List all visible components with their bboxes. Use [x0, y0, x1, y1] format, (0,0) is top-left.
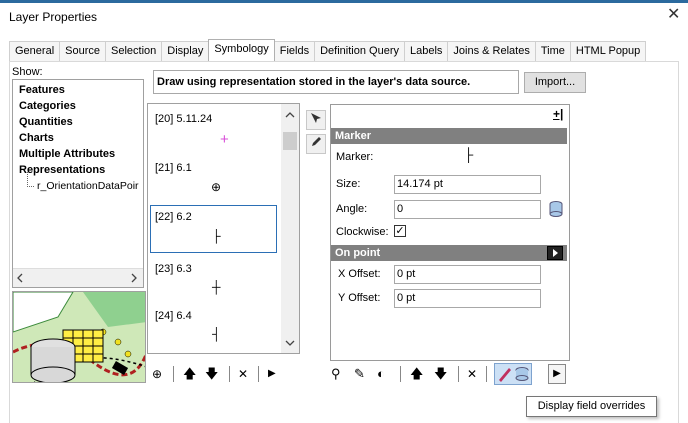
toolbar-separator: [173, 366, 174, 382]
move-up-icon[interactable]: 🡅: [183, 366, 196, 382]
toolbar-separator: [486, 366, 487, 382]
yoffset-label: Y Offset:: [338, 292, 381, 304]
tree-item-charts[interactable]: Charts: [19, 132, 54, 144]
field-overrides-icon: [499, 367, 529, 382]
tab-symbology[interactable]: Symbology: [208, 39, 275, 61]
play-icon[interactable]: ▶: [548, 364, 566, 384]
map-preview-icon: [13, 292, 145, 382]
tree-item-features[interactable]: Features: [19, 84, 65, 96]
scrollbar-arrows-icon: [17, 273, 137, 283]
add-representation-icon[interactable]: ⊕: [152, 366, 162, 382]
tree-item-categories[interactable]: Categories: [19, 100, 76, 112]
add-stroke-layer-icon[interactable]: ✎: [354, 366, 365, 382]
rep-item-label[interactable]: [21] 6.1: [155, 162, 192, 174]
list-vertical-scrollbar[interactable]: [281, 104, 299, 353]
add-marker-layer-icon[interactable]: ⚲: [331, 366, 341, 382]
add-property-icon[interactable]: +|: [553, 107, 563, 121]
toolbar-separator: [458, 366, 459, 382]
pen-tool-icon[interactable]: [306, 134, 326, 154]
tree-item-quantities[interactable]: Quantities: [19, 116, 73, 128]
scrollbar-arrows-icon: [283, 112, 297, 346]
tab-joins-relates[interactable]: Joins & Relates: [447, 41, 536, 61]
show-tree[interactable]: Features Categories Quantities Charts Mu…: [12, 79, 144, 288]
size-input[interactable]: 14.174 pt: [394, 175, 541, 194]
angle-label: Angle:: [336, 203, 368, 215]
tab-general[interactable]: General: [9, 41, 61, 61]
move-down-icon[interactable]: 🡇: [205, 366, 218, 382]
marker-group-header: Marker: [331, 128, 567, 144]
yoffset-input[interactable]: 0 pt: [394, 289, 541, 308]
rep-symbol-icon: ├: [212, 229, 221, 243]
rep-symbol-icon: +: [220, 131, 229, 148]
field-override-icon[interactable]: [549, 201, 563, 220]
rep-item-label[interactable]: [20] 5.11.24: [155, 113, 212, 125]
tree-item-multiple-attributes[interactable]: Multiple Attributes: [19, 148, 115, 160]
xoffset-input[interactable]: 0 pt: [394, 265, 541, 284]
rep-symbol-icon: ┼: [212, 280, 221, 294]
toolbar-separator: [258, 366, 259, 382]
titlebar-accent: [0, 0, 688, 3]
add-fill-layer-icon[interactable]: ◐: [377, 366, 385, 382]
clockwise-label: Clockwise:: [336, 226, 389, 238]
tab-definition-query[interactable]: Definition Query: [314, 41, 405, 61]
remove-icon[interactable]: ✕: [238, 366, 248, 382]
show-label: Show:: [12, 66, 43, 78]
onpoint-group-header: On point: [331, 245, 567, 261]
tab-labels[interactable]: Labels: [403, 41, 449, 61]
more-options-icon[interactable]: ▶: [268, 366, 276, 382]
tab-display[interactable]: Display: [161, 41, 210, 61]
representation-list[interactable]: [20] 5.11.24 + [21] 6.1 ⊕ [22] 6.2 ├ [23…: [147, 103, 300, 354]
tree-item-orientation[interactable]: r_OrientationDataPoir: [27, 172, 139, 192]
window-title: Layer Properties: [9, 10, 98, 24]
tab-bar: General Source Selection Display Symbolo…: [9, 39, 647, 61]
tab-source[interactable]: Source: [59, 41, 106, 61]
pick-tool-icon[interactable]: [306, 110, 326, 130]
layer-up-icon[interactable]: 🡅: [410, 366, 423, 382]
angle-input[interactable]: 0: [394, 200, 541, 219]
layer-down-icon[interactable]: 🡇: [434, 366, 447, 382]
expand-group-icon[interactable]: [547, 246, 563, 260]
import-button[interactable]: Import...: [524, 72, 586, 93]
clockwise-checkbox[interactable]: ✓: [394, 225, 406, 237]
tooltip: Display field overrides: [526, 396, 657, 417]
rep-item-label[interactable]: [24] 6.4: [155, 310, 192, 322]
field-overrides-toggle[interactable]: [494, 363, 532, 385]
toolbar-separator: [400, 366, 401, 382]
marker-symbol-icon[interactable]: ├: [464, 147, 473, 162]
tab-html-popup[interactable]: HTML Popup: [569, 41, 647, 61]
description-text: Draw using representation stored in the …: [157, 76, 471, 88]
tree-horizontal-scrollbar[interactable]: [13, 268, 143, 287]
tab-selection[interactable]: Selection: [105, 41, 163, 61]
rep-symbol-icon: ⊕: [211, 180, 222, 194]
tab-time[interactable]: Time: [534, 41, 571, 61]
rep-item-label[interactable]: [23] 6.3: [155, 263, 192, 275]
remove-layer-icon[interactable]: ✕: [467, 366, 477, 382]
size-label: Size:: [336, 178, 361, 190]
layer-preview-image: [12, 291, 146, 383]
toolbar-separator: [229, 366, 230, 382]
close-icon[interactable]: ✕: [667, 7, 680, 23]
xoffset-label: X Offset:: [338, 268, 381, 280]
rep-item-label[interactable]: [22] 6.2: [155, 211, 192, 223]
rep-symbol-icon: ┤: [212, 327, 221, 341]
marker-label: Marker:: [336, 151, 374, 163]
tab-fields[interactable]: Fields: [273, 41, 316, 61]
